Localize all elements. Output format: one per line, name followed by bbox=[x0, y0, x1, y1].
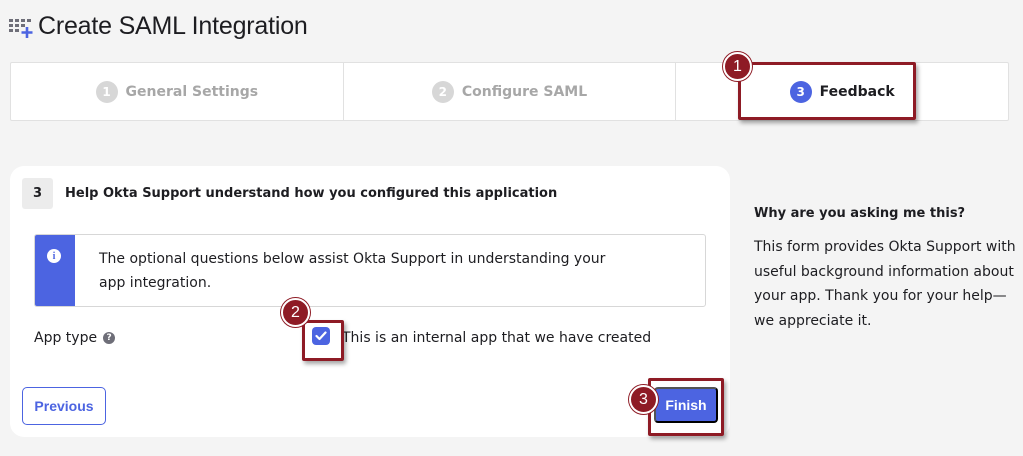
side-help-title: Why are you asking me this? bbox=[754, 206, 966, 221]
app-type-label-wrap: App type ? bbox=[34, 330, 116, 346]
feedback-form-card: 3 Help Okta Support understand how you c… bbox=[10, 166, 730, 437]
step-number: 2 bbox=[431, 80, 454, 103]
info-callout: i The optional questions below assist Ok… bbox=[34, 234, 706, 307]
annotation-marker-2: 2 bbox=[281, 298, 310, 327]
app-grid-add-icon bbox=[9, 18, 33, 38]
internal-app-checkbox-label[interactable]: This is an internal app that we have cre… bbox=[342, 330, 651, 346]
app-type-field: App type ? This is an internal app that … bbox=[34, 326, 714, 352]
page-title-text: Create SAML Integration bbox=[38, 12, 308, 40]
info-text: The optional questions below assist Okta… bbox=[99, 251, 606, 291]
page-title: Create SAML Integration bbox=[8, 12, 308, 41]
step-label: General Settings bbox=[125, 83, 259, 100]
annotation-box-feedback bbox=[738, 62, 916, 120]
annotation-box-checkbox bbox=[302, 320, 344, 361]
info-icon: i bbox=[47, 249, 61, 263]
section-header: 3 Help Okta Support understand how you c… bbox=[22, 178, 557, 209]
step-general-settings[interactable]: 1 General Settings bbox=[11, 63, 344, 120]
step-label: Configure SAML bbox=[461, 83, 588, 100]
side-help-panel: Why are you asking me this? This form pr… bbox=[754, 206, 1016, 333]
section-title: Help Okta Support understand how you con… bbox=[65, 186, 558, 201]
annotation-marker-3: 3 bbox=[629, 385, 658, 414]
app-type-label: App type bbox=[34, 330, 98, 346]
step-number: 1 bbox=[95, 80, 118, 103]
question-circle-icon[interactable]: ? bbox=[103, 332, 116, 344]
annotation-box-finish bbox=[648, 378, 724, 436]
previous-button[interactable]: Previous bbox=[22, 387, 106, 425]
info-stripe: i bbox=[35, 235, 75, 306]
annotation-marker-1: 1 bbox=[723, 52, 752, 81]
section-number: 3 bbox=[22, 178, 53, 209]
step-configure-saml[interactable]: 2 Configure SAML bbox=[344, 63, 677, 120]
side-help-text: This form provides Okta Support with use… bbox=[754, 239, 1016, 329]
